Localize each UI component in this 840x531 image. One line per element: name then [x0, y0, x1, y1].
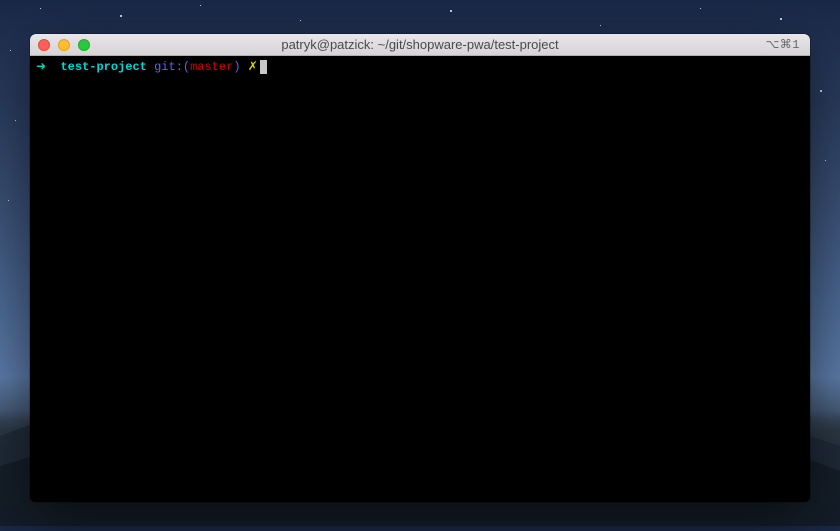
- traffic-lights: [30, 39, 90, 51]
- prompt-git-label: git:(: [154, 59, 190, 75]
- prompt-arrow-icon: ➜: [36, 59, 46, 75]
- titlebar-shortcut: ⌥⌘1: [765, 37, 800, 52]
- close-button[interactable]: [38, 39, 50, 51]
- terminal-cursor: [260, 60, 267, 74]
- prompt-dirty-icon: ✗: [248, 59, 258, 75]
- window-titlebar[interactable]: patryk@patzick: ~/git/shopware-pwa/test-…: [30, 34, 810, 56]
- terminal-body[interactable]: ➜ test-project git:(master) ✗: [30, 56, 810, 502]
- prompt-directory: test-project: [60, 59, 146, 75]
- prompt-branch: master: [190, 59, 233, 75]
- prompt-line: ➜ test-project git:(master) ✗: [36, 59, 804, 75]
- window-title: patryk@patzick: ~/git/shopware-pwa/test-…: [30, 37, 810, 52]
- minimize-button[interactable]: [58, 39, 70, 51]
- terminal-window: patryk@patzick: ~/git/shopware-pwa/test-…: [30, 34, 810, 502]
- zoom-button[interactable]: [78, 39, 90, 51]
- prompt-git-close: ): [233, 59, 240, 75]
